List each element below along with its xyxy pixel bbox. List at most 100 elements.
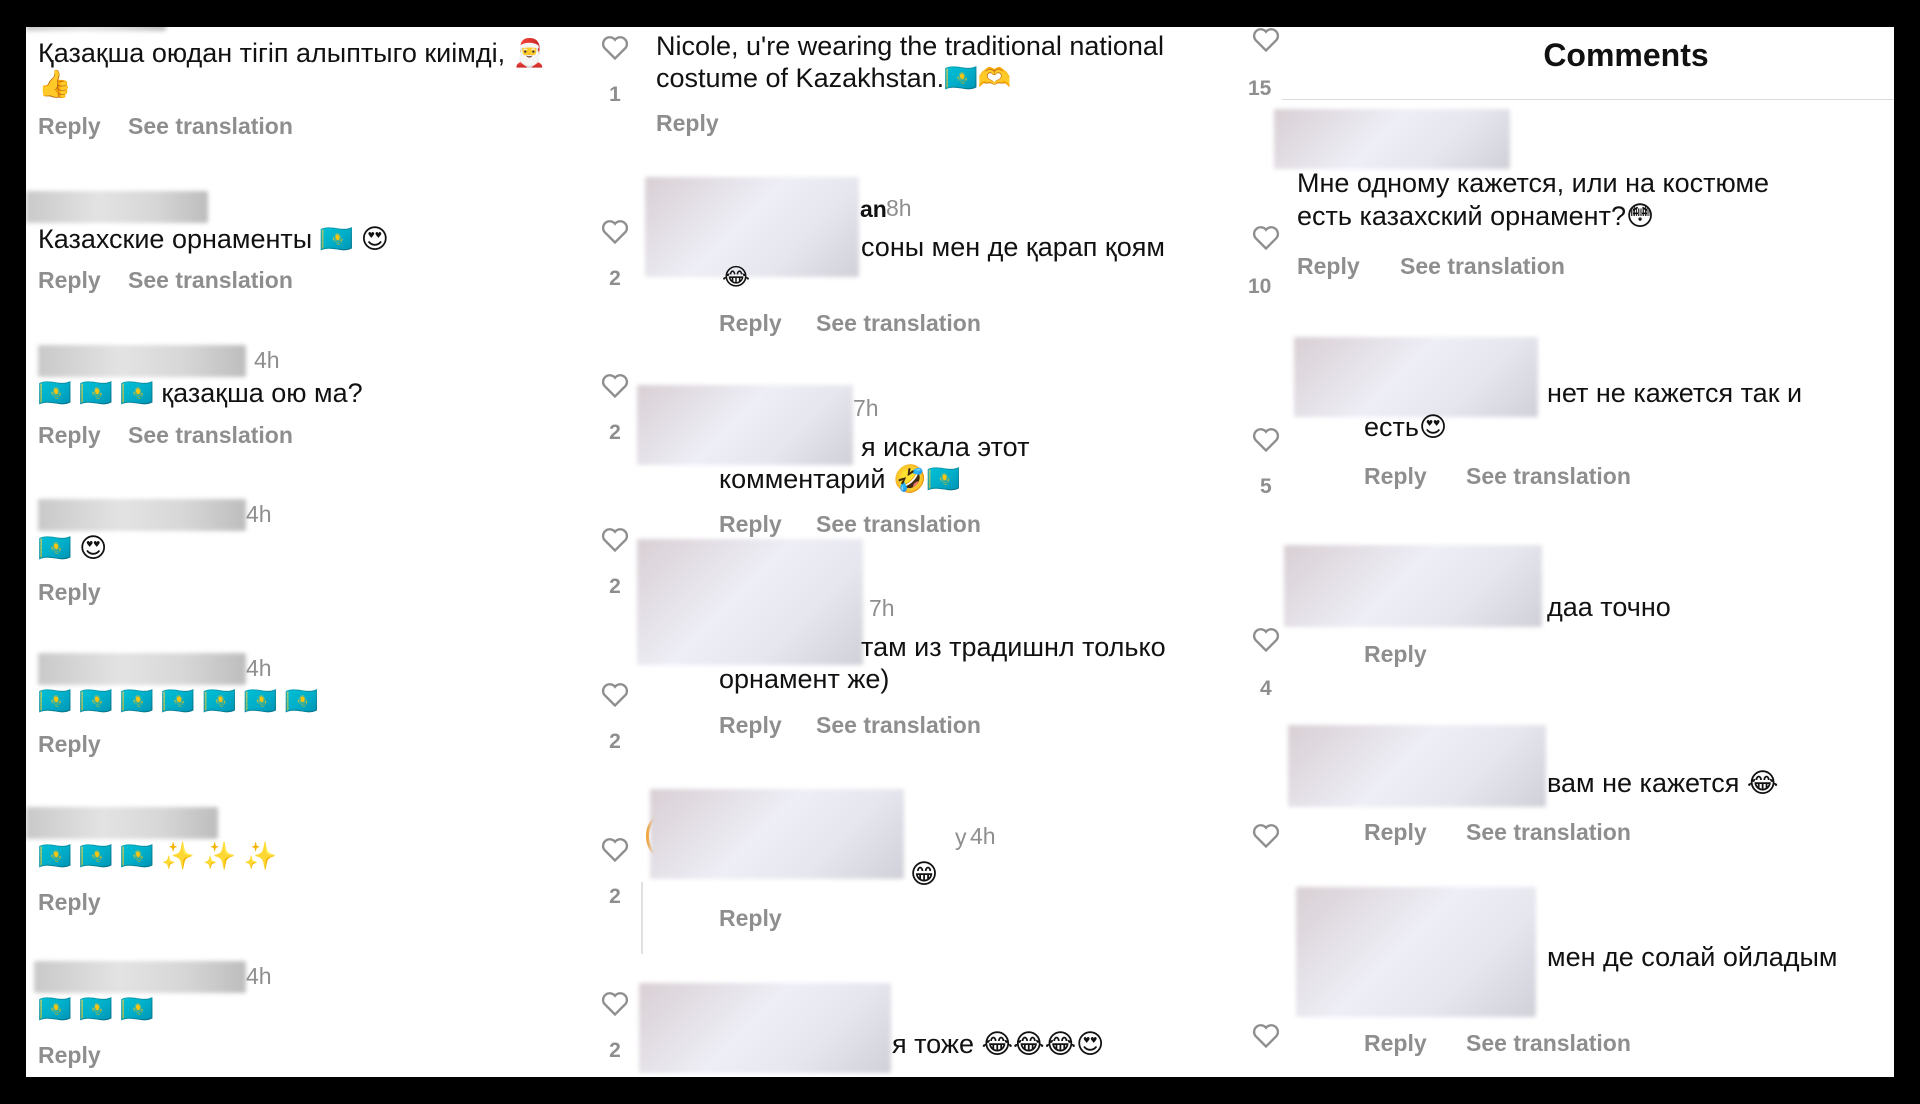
username-tail: y: [955, 824, 967, 850]
reply-button[interactable]: Reply: [1364, 1030, 1427, 1057]
comment-text: Казахские орнаменты 🇰🇿 😍: [38, 224, 389, 254]
comment-text: я искала этот: [861, 432, 1030, 462]
see-translation-button[interactable]: See translation: [128, 422, 293, 449]
blurred-username: [34, 961, 246, 993]
comment-text-2: орнамент же): [719, 664, 890, 694]
comment-text-2: 👍: [38, 69, 72, 100]
like-count: 2: [609, 885, 621, 908]
like-count: 10: [1248, 275, 1272, 298]
blurred-username: [38, 499, 246, 531]
comment-time: 4h: [970, 823, 996, 849]
comment-emoji: 😁: [910, 859, 939, 890]
heart-icon[interactable]: [601, 35, 629, 61]
comment-text: 🇰🇿 🇰🇿 🇰🇿 🇰🇿 🇰🇿 🇰🇿 🇰🇿: [38, 686, 319, 716]
reply-button[interactable]: Reply: [38, 731, 101, 758]
reply-button[interactable]: Reply: [1364, 463, 1427, 490]
reply-button[interactable]: Reply: [38, 1042, 101, 1069]
blurred-avatar-username: [639, 983, 891, 1073]
heart-icon[interactable]: [1252, 27, 1280, 53]
comment-text: 🇰🇿 🇰🇿 🇰🇿: [38, 994, 154, 1024]
reply-button[interactable]: Reply: [38, 267, 101, 294]
screenshot-collage: Қазақша оюдан тігіп алыптыго киімді, 🎅 👍…: [26, 27, 1894, 1077]
comment-text-2: есть😍: [1364, 412, 1448, 442]
see-translation-button[interactable]: See translation: [1466, 819, 1631, 846]
see-translation-button[interactable]: See translation: [1466, 1030, 1631, 1057]
see-translation-button[interactable]: See translation: [1400, 253, 1565, 280]
blurred-username: [38, 345, 246, 377]
reply-button[interactable]: Reply: [38, 889, 101, 916]
reply-button[interactable]: Reply: [656, 110, 719, 137]
comment-text: Nicole, u're wearing the traditional nat…: [656, 31, 1164, 61]
reply-button[interactable]: Reply: [719, 310, 782, 337]
comment-time: 4h: [246, 655, 272, 681]
comment-text: 🇰🇿 🇰🇿 🇰🇿 ✨ ✨ ✨: [38, 841, 278, 871]
like-count: 2: [609, 421, 621, 444]
like-count: 2: [609, 1039, 621, 1062]
comment-text: 🇰🇿 😍: [38, 533, 108, 563]
like-count: 2: [609, 730, 621, 753]
comment-time: 7h: [869, 595, 895, 621]
comment-text-2: есть казахский орнамент?😳: [1297, 201, 1655, 231]
blurred-username: [38, 653, 246, 685]
reply-button[interactable]: Reply: [1297, 253, 1360, 280]
comment-time: 8h: [886, 195, 912, 221]
reply-button[interactable]: Reply: [38, 113, 101, 140]
heart-icon[interactable]: [1252, 427, 1280, 453]
heart-icon[interactable]: [1252, 225, 1280, 251]
comment-time: 4h: [246, 963, 272, 989]
reply-button[interactable]: Reply: [719, 905, 782, 932]
heart-icon[interactable]: [601, 373, 629, 399]
comment-text: мен де солай ойладым: [1547, 942, 1838, 972]
comment-text: соны мен де қарап қоям: [861, 232, 1165, 262]
see-translation-button[interactable]: See translation: [816, 310, 981, 337]
see-translation-button[interactable]: See translation: [128, 267, 293, 294]
reply-button[interactable]: Reply: [38, 579, 101, 606]
see-translation-button[interactable]: See translation: [816, 712, 981, 739]
blurred-avatar-username: [645, 177, 859, 277]
comment-text-2: costume of Kazakhstan.🇰🇿🫶: [656, 63, 1012, 93]
blurred-username: [26, 27, 166, 31]
thread-line: [641, 882, 643, 954]
see-translation-button[interactable]: See translation: [1466, 463, 1631, 490]
see-translation-button[interactable]: See translation: [816, 511, 981, 538]
heart-icon[interactable]: [1252, 627, 1280, 653]
comment-time: 7h: [853, 395, 879, 421]
blurred-avatar-username: [637, 539, 863, 665]
reply-button[interactable]: Reply: [1364, 641, 1427, 668]
like-count: 2: [609, 575, 621, 598]
heart-icon[interactable]: [601, 219, 629, 245]
reply-button[interactable]: Reply: [719, 712, 782, 739]
comment-text: нет не кажется так и: [1547, 378, 1803, 408]
comment-text: 🇰🇿 🇰🇿 🇰🇿 қазақша ою ма?: [38, 378, 363, 408]
reply-button[interactable]: Reply: [719, 511, 782, 538]
blurred-avatar-username: [1288, 725, 1546, 807]
comment-time: 4h: [254, 347, 280, 373]
comment-text: там из традишнл только: [861, 632, 1166, 662]
blurred-avatar-username: [1284, 545, 1542, 627]
blurred-avatar-username: [1296, 887, 1536, 1017]
heart-icon[interactable]: [1252, 823, 1280, 849]
like-count: 1: [609, 83, 621, 106]
comment-emoji: 😂: [722, 263, 751, 291]
blurred-avatar-username: [637, 385, 853, 465]
heart-icon[interactable]: [601, 991, 629, 1017]
blurred-username: [26, 807, 218, 839]
like-count: 5: [1260, 475, 1272, 498]
blurred-avatar-username: [1294, 337, 1538, 417]
heart-icon[interactable]: [1252, 1023, 1280, 1049]
comment-text-2: комментарий 🤣🇰🇿: [719, 464, 961, 494]
heart-icon[interactable]: [601, 682, 629, 708]
see-translation-button[interactable]: See translation: [128, 113, 293, 140]
heart-icon[interactable]: [601, 837, 629, 863]
comment-text: Мне одному кажется, или на костюме: [1297, 168, 1770, 198]
heart-icon[interactable]: [601, 527, 629, 553]
header-divider: [1282, 99, 1894, 100]
reply-button[interactable]: Reply: [38, 422, 101, 449]
like-count: 2: [609, 267, 621, 290]
comment-text: даа точно: [1547, 592, 1671, 622]
comment-text: вам не кажется 😂: [1547, 768, 1779, 798]
comment-time: 4h: [246, 501, 272, 527]
blurred-avatar-username: [650, 789, 904, 879]
reply-button[interactable]: Reply: [1364, 819, 1427, 846]
blurred-username: [26, 191, 208, 223]
